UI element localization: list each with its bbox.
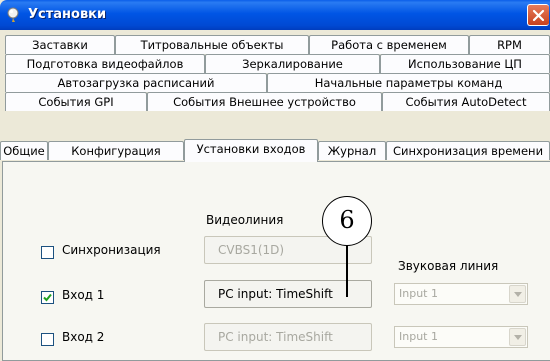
tab-ispolzovanie-cp[interactable]: Использование ЦП [380,54,550,73]
tab-ustanovki-vkhodov[interactable]: Установки входов [184,139,318,162]
close-button[interactable] [527,4,549,26]
input1-audio-select[interactable]: Input 1 [394,283,528,305]
callout-number: 6 [322,196,372,246]
sync-checkbox[interactable] [41,246,54,259]
tab-podgotovka-videofaylov[interactable]: Подготовка видеофайлов [5,54,205,73]
app-icon [7,7,19,22]
window-title: Установки [28,7,107,22]
tab-row-4: События GPI События Внешнее устройство С… [0,92,550,112]
tab-avtozagruzka-raspisaniy[interactable]: Автозагрузка расписаний [5,73,267,92]
tab-sobytiya-vneshnee-ustroystvo[interactable]: События Внешнее устройство [147,92,382,111]
input1-label: Вход 1 [62,288,105,302]
tab-zhurnal[interactable]: Журнал [318,141,386,160]
input2-checkbox[interactable] [41,333,54,346]
tab-nachalnye-parametry-komand[interactable]: Начальные параметры команд [267,73,550,92]
input1-audio-value: Input 1 [399,287,438,300]
tab-obshchie[interactable]: Общие [0,141,48,160]
chevron-down-icon [514,335,522,340]
audio-line-header: Звуковая линия [398,259,499,273]
input1-checkbox[interactable] [41,291,54,304]
input2-audio-select[interactable]: Input 1 [394,326,528,348]
input2-audio-dropdown-button[interactable] [509,328,526,346]
input2-audio-value: Input 1 [399,330,438,343]
chevron-down-icon [514,292,522,297]
tab-sobytiya-gpi[interactable]: События GPI [5,92,147,111]
tab-konfiguratsiya[interactable]: Конфигурация [48,141,184,160]
tab-rabota-s-vremenem[interactable]: Работа с временем [309,35,469,54]
sync-label: Синхронизация [62,243,161,257]
close-icon [532,9,545,22]
tab-zastavki[interactable]: Заставки [5,35,115,54]
tab-row-1: Заставки Титровальные объекты Работа с в… [0,35,550,55]
tab-titrovalnye-obekty[interactable]: Титровальные объекты [115,35,309,54]
video-line-header: Видеолиния [206,213,284,227]
tab-sinkhronizatsiya-vremeni[interactable]: Синхронизация времени [386,141,550,160]
tab-row-2: Подготовка видеофайлов Зеркалирование Ис… [0,54,550,74]
tab-row-3: Автозагрузка расписаний Начальные параме… [0,73,550,93]
input2-label: Вход 2 [62,330,105,344]
tab-sobytiya-autodetect[interactable]: События AutoDetect [382,92,550,111]
tab-rpm[interactable]: RPM [469,35,550,54]
input1-audio-dropdown-button[interactable] [509,285,526,303]
tab-zerkalirovanie[interactable]: Зеркалирование [205,54,380,73]
tab-row-5: Общие Конфигурация Установки входов Журн… [0,139,550,162]
callout-pointer-line [346,245,348,297]
title-bar: Установки [0,0,550,30]
checkmark-icon [43,293,52,302]
